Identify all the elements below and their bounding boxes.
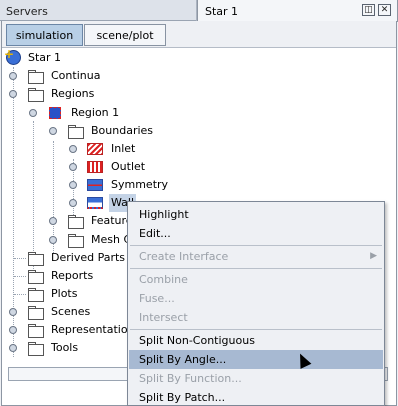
expand-handle-icon[interactable] [49, 236, 57, 244]
tree-connector [14, 294, 26, 295]
expand-handle-icon[interactable] [49, 217, 57, 225]
folder-icon [28, 306, 44, 320]
expand-handle-icon[interactable] [9, 90, 17, 98]
tree-item-label: Symmetry [111, 178, 169, 191]
tree-item-label: Boundaries [91, 124, 154, 137]
tree-item-label: Reports [51, 269, 94, 282]
tree-guide [33, 121, 34, 273]
tree-item-label: Derived Parts [51, 251, 126, 264]
menu-item-combine[interactable]: Combine [129, 270, 383, 289]
expand-handle-icon[interactable] [9, 326, 17, 334]
outlet-boundary-icon [87, 161, 103, 173]
menu-separator [130, 329, 382, 330]
folder-icon [68, 215, 84, 229]
tree-item-label: Tools [51, 341, 79, 354]
menu-item-split-by-patch[interactable]: Split By Patch... [129, 388, 383, 406]
tree-item-label: Representation [51, 323, 135, 336]
menu-separator [130, 268, 382, 269]
close-icon[interactable]: ✕ [378, 4, 391, 16]
expand-handle-icon[interactable] [49, 127, 57, 135]
tree-item-label: Continua [51, 69, 101, 82]
subtab-bar: simulation scene/plot [2, 21, 396, 48]
tree-item-label: Region 1 [71, 106, 120, 119]
menu-item-intersect[interactable]: Intersect [129, 308, 383, 327]
simulation-globe-icon [4, 45, 21, 65]
tab-servers[interactable]: Servers [0, 0, 197, 21]
tree-item-label: Inlet [111, 142, 136, 155]
folder-icon [68, 234, 84, 248]
folder-icon [28, 288, 44, 302]
tree-item-label: Outlet [111, 160, 146, 173]
symmetry-boundary-icon [87, 179, 103, 191]
folder-icon [28, 324, 44, 338]
folder-icon [28, 270, 44, 284]
expand-handle-icon[interactable] [69, 199, 77, 207]
tree-connector [14, 258, 26, 259]
tree-item-label: Plots [51, 287, 78, 300]
subtab-simulation[interactable]: simulation [6, 24, 83, 46]
subtab-scene-plot[interactable]: scene/plot [84, 24, 166, 46]
region-icon [49, 107, 61, 119]
expand-handle-icon[interactable] [69, 181, 77, 189]
folder-icon [28, 252, 44, 266]
tab-star-1-label: Star 1 [205, 5, 239, 18]
tree-item-label: Star 1 [28, 51, 62, 64]
folder-icon [68, 125, 84, 139]
expand-handle-icon[interactable] [69, 145, 77, 153]
context-menu: Highlight Edit... Create Interface ▶ Com… [127, 201, 385, 406]
expand-handle-icon[interactable] [9, 308, 17, 316]
menu-item-split-by-angle[interactable]: Split By Angle... [129, 350, 383, 369]
inlet-boundary-icon [87, 143, 103, 155]
menu-item-split-by-function[interactable]: Split By Function... [129, 369, 383, 388]
menu-item-highlight[interactable]: Highlight [129, 205, 383, 224]
tree-item-label: Mesh C [91, 233, 132, 246]
window-tab-bar: Servers Star 1 ◫ ✕ [0, 0, 398, 22]
folder-icon [28, 88, 44, 102]
expand-handle-icon[interactable] [69, 163, 77, 171]
restore-icon[interactable]: ◫ [362, 4, 375, 16]
wall-boundary-icon [87, 197, 103, 209]
menu-separator [130, 245, 382, 246]
expand-handle-icon[interactable] [9, 344, 17, 352]
menu-item-label: Create Interface [139, 250, 229, 263]
folder-icon [28, 70, 44, 84]
menu-item-create-interface[interactable]: Create Interface ▶ [129, 247, 383, 266]
tree-connector [14, 276, 26, 277]
tree-item-label: Scenes [51, 305, 91, 318]
expand-handle-icon[interactable] [9, 72, 17, 80]
menu-item-split-non-contiguous[interactable]: Split Non-Contiguous [129, 331, 383, 350]
tree-item-label: Regions [51, 87, 95, 100]
menu-item-fuse[interactable]: Fuse... [129, 289, 383, 308]
expand-handle-icon[interactable] [29, 109, 37, 117]
menu-item-edit[interactable]: Edit... [129, 224, 383, 243]
folder-icon [28, 342, 44, 356]
submenu-arrow-icon: ▶ [370, 251, 377, 261]
